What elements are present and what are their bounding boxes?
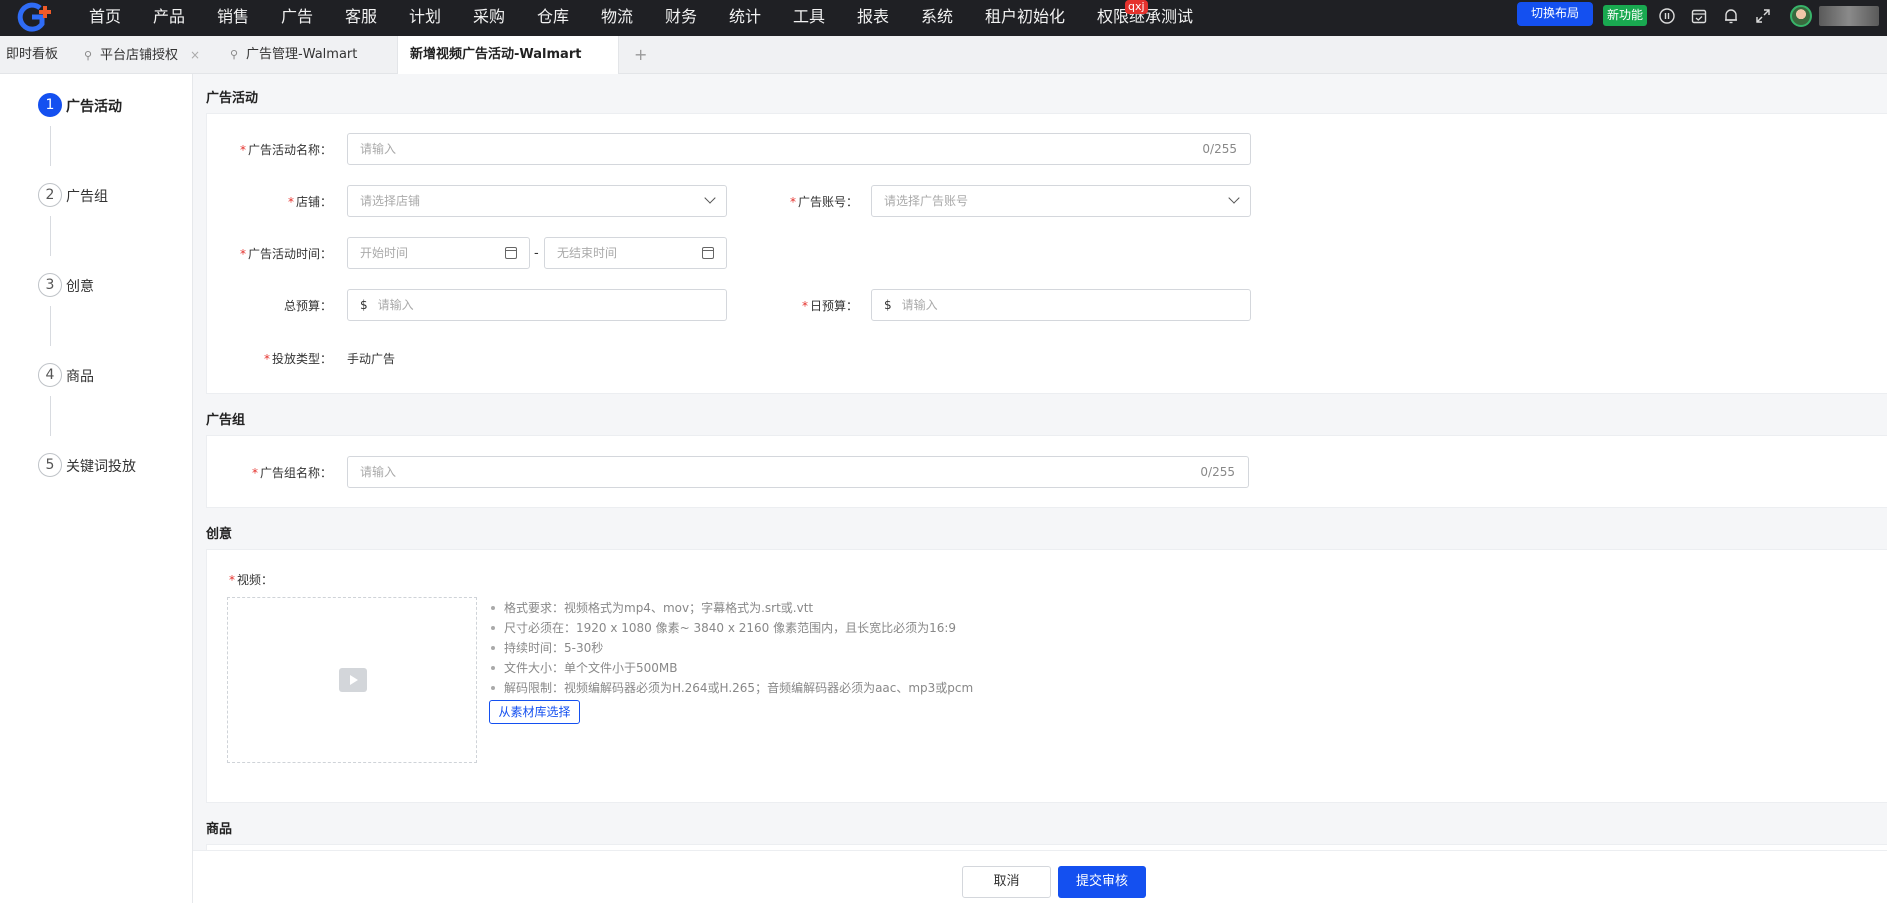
campaign-name-label: * 广告活动名称： bbox=[239, 143, 332, 157]
end-date-input[interactable]: 无结束时间 bbox=[544, 237, 727, 269]
step-number: 4 bbox=[38, 363, 62, 387]
tab-label: 广告管理-Walmart bbox=[246, 47, 358, 62]
step-number: 1 bbox=[38, 93, 62, 117]
nav-item-tenant-init[interactable]: 租户初始化 bbox=[985, 6, 1065, 28]
nav-item-reports[interactable]: 报表 bbox=[857, 6, 889, 28]
nav-item-finance[interactable]: 财务 bbox=[665, 6, 697, 28]
nav-item-warehouse[interactable]: 仓库 bbox=[537, 6, 569, 28]
nav-item-sales[interactable]: 销售 bbox=[217, 6, 249, 28]
list-item: 格式要求：视频格式为mp4、mov；字幕格式为.srt或.vtt bbox=[489, 598, 973, 618]
tab-store-auth[interactable]: ⚲ 平台店铺授权 × bbox=[84, 36, 200, 74]
video-requirements-list: 格式要求：视频格式为mp4、mov；字幕格式为.srt或.vtt 尺寸必须在：1… bbox=[489, 598, 973, 698]
close-icon[interactable]: × bbox=[190, 48, 200, 62]
list-item: 解码限制：视频编解码器必须为H.264或H.265；音频编解码器必须为aac、m… bbox=[489, 678, 973, 698]
daily-budget-input[interactable]: $ 请输入 bbox=[871, 289, 1251, 321]
pause-circle-icon[interactable] bbox=[1658, 7, 1676, 25]
nav-item-logistics[interactable]: 物流 bbox=[601, 6, 633, 28]
step-connector bbox=[50, 306, 51, 346]
step-connector bbox=[50, 126, 51, 166]
nav-item-ads[interactable]: 广告 bbox=[281, 6, 313, 28]
list-item: 持续时间：5-30秒 bbox=[489, 638, 973, 658]
pin-icon[interactable]: ⚲ bbox=[84, 37, 96, 75]
currency-symbol: $ bbox=[360, 298, 368, 312]
fullscreen-icon[interactable] bbox=[1754, 7, 1772, 25]
nav-item-system[interactable]: 系统 bbox=[921, 6, 953, 28]
section-title-creative: 创意 bbox=[206, 527, 233, 542]
tab-bar: 即时看板 ⚲ 平台店铺授权 × ⚲ 广告管理-Walmart 新增视频广告活动-Wal… bbox=[0, 36, 1887, 74]
step-label: 广告活动 bbox=[66, 99, 122, 115]
char-count: 0/255 bbox=[1202, 142, 1237, 156]
currency-symbol: $ bbox=[884, 298, 892, 312]
nav-item-product[interactable]: 产品 bbox=[153, 6, 185, 28]
add-tab-icon[interactable]: + bbox=[634, 36, 647, 74]
date-separator: - bbox=[534, 246, 539, 261]
submit-review-button[interactable]: 提交审核 bbox=[1058, 866, 1146, 898]
nav-badge: qxj bbox=[1125, 0, 1148, 14]
nav-item-stats[interactable]: 统计 bbox=[729, 6, 761, 28]
new-feature-button[interactable]: 新功能 bbox=[1603, 5, 1647, 26]
pin-icon[interactable]: ⚲ bbox=[230, 36, 242, 74]
switch-layout-button[interactable]: 切换布局 bbox=[1517, 2, 1593, 26]
video-placeholder-icon bbox=[339, 668, 367, 692]
total-budget-input[interactable]: $ 请输入 bbox=[347, 289, 727, 321]
step-number: 3 bbox=[38, 273, 62, 297]
bell-icon[interactable] bbox=[1722, 7, 1740, 25]
calendar-icon bbox=[702, 247, 714, 259]
user-avatar[interactable] bbox=[1790, 5, 1812, 27]
ad-account-label: * 广告账号： bbox=[789, 195, 858, 209]
store-select[interactable]: 请选择店铺 bbox=[347, 185, 727, 217]
step-label: 广告组 bbox=[66, 189, 108, 205]
delivery-type-value: 手动广告 bbox=[347, 352, 396, 366]
step-number: 2 bbox=[38, 183, 62, 207]
tab-label: 新增视频广告活动-Walmart bbox=[410, 47, 582, 62]
campaign-name-input[interactable]: 请输入 0/255 bbox=[347, 133, 1251, 165]
tab-dashboard[interactable]: 即时看板 bbox=[6, 36, 58, 74]
top-navbar: 首页 产品 销售 广告 客服 计划 采购 仓库 物流 财务 统计 工具 报表 系… bbox=[0, 0, 1887, 36]
ad-account-select[interactable]: 请选择广告账号 bbox=[871, 185, 1251, 217]
char-count: 0/255 bbox=[1200, 465, 1235, 479]
total-budget-label: 总预算： bbox=[283, 299, 332, 313]
nav-item-purchase[interactable]: 采购 bbox=[473, 6, 505, 28]
section-title-adgroup: 广告组 bbox=[206, 413, 246, 428]
chevron-down-icon bbox=[704, 192, 716, 204]
user-name-redacted[interactable] bbox=[1819, 6, 1879, 26]
step-label: 关键词投放 bbox=[66, 459, 136, 475]
logo-icon[interactable] bbox=[12, 2, 58, 32]
calendar-check-icon[interactable] bbox=[1690, 7, 1708, 25]
step-connector bbox=[50, 396, 51, 436]
campaign-time-label: * 广告活动时间： bbox=[239, 247, 332, 261]
chevron-down-icon bbox=[1228, 192, 1240, 204]
adgroup-name-input[interactable]: 请输入 0/255 bbox=[347, 456, 1249, 488]
step-connector bbox=[50, 216, 51, 256]
tab-label: 平台店铺授权 bbox=[100, 48, 179, 63]
section-title-product: 商品 bbox=[206, 822, 233, 837]
nav-item-tools[interactable]: 工具 bbox=[793, 6, 825, 28]
step-label: 创意 bbox=[66, 279, 94, 295]
daily-budget-label: * 日预算： bbox=[801, 299, 858, 313]
video-label: * 视频： bbox=[229, 573, 274, 587]
nav-item-service[interactable]: 客服 bbox=[345, 6, 377, 28]
video-upload-area[interactable] bbox=[227, 597, 477, 763]
section-title-campaign: 广告活动 bbox=[206, 91, 259, 106]
calendar-icon bbox=[505, 247, 517, 259]
tab-label: 即时看板 bbox=[6, 47, 59, 62]
tab-new-video-campaign[interactable]: 新增视频广告活动-Walmart bbox=[397, 36, 619, 74]
nav-item-plan[interactable]: 计划 bbox=[409, 6, 441, 28]
nav-item-home[interactable]: 首页 bbox=[89, 6, 121, 28]
adgroup-name-label: * 广告组名称： bbox=[251, 466, 332, 480]
cancel-button[interactable]: 取消 bbox=[962, 866, 1051, 898]
list-item: 文件大小：单个文件小于500MB bbox=[489, 658, 973, 678]
select-from-library-button[interactable]: 从素材库选择 bbox=[489, 700, 580, 724]
delivery-type-label: * 投放类型： bbox=[263, 352, 332, 366]
step-number: 5 bbox=[38, 453, 62, 477]
start-date-input[interactable]: 开始时间 bbox=[347, 237, 530, 269]
step-label: 商品 bbox=[66, 369, 94, 385]
store-label: * 店铺： bbox=[287, 195, 332, 209]
list-item: 尺寸必须在：1920 x 1080 像素~ 3840 x 2160 像素范围内，… bbox=[489, 618, 973, 638]
tab-ad-management[interactable]: ⚲ 广告管理-Walmart bbox=[230, 36, 357, 74]
